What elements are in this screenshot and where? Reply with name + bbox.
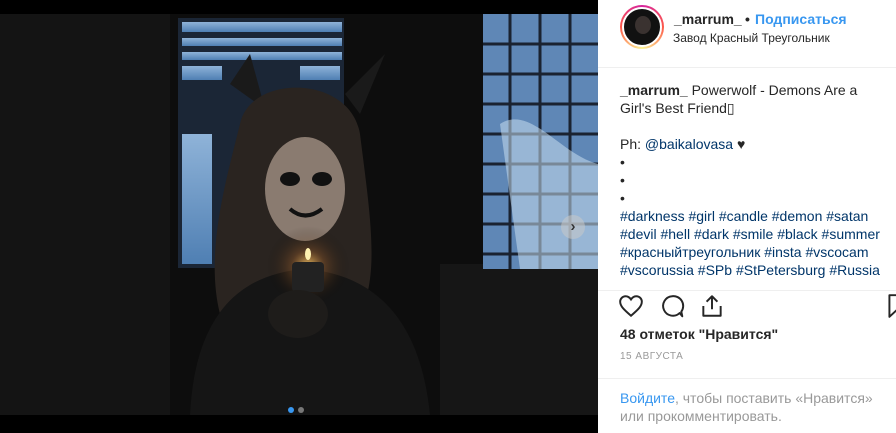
heart-icon[interactable] xyxy=(618,293,644,319)
action-bar xyxy=(598,290,896,322)
login-prompt: Войдите, чтобы поставить «Нравится» или … xyxy=(598,378,896,433)
share-icon[interactable] xyxy=(699,293,725,319)
caption-bullet: • xyxy=(620,154,625,170)
photo-image xyxy=(0,14,598,415)
chevron-right-icon[interactable]: › xyxy=(561,215,585,239)
header-separator: • xyxy=(745,11,750,27)
post-photo[interactable]: › xyxy=(0,14,598,415)
post-sidebar: _marrum_ • Подписаться Завод Красный Тре… xyxy=(598,0,896,433)
carousel-dot-active xyxy=(288,407,294,413)
follow-button[interactable]: Подписаться xyxy=(755,11,847,27)
post-date: 15 АВГУСТА xyxy=(620,351,684,362)
caption-username[interactable]: _marrum_ xyxy=(620,82,688,98)
header-username[interactable]: _marrum_ xyxy=(674,11,742,27)
login-link[interactable]: Войдите xyxy=(620,390,675,406)
likes-count[interactable]: 48 отметок "Нравится" xyxy=(620,326,778,342)
avatar[interactable] xyxy=(620,5,664,49)
heart-emoji: ♥ xyxy=(736,136,746,152)
credit-handle-link[interactable]: @baikalovasa xyxy=(645,136,733,152)
caption-bullet: • xyxy=(620,190,625,206)
location-link[interactable]: Завод Красный Треугольник xyxy=(673,31,830,45)
credit-prefix: Ph: xyxy=(620,136,642,152)
hashtags[interactable]: #darkness #girl #candle #demon #satan #d… xyxy=(620,207,888,279)
avatar-image xyxy=(622,7,662,47)
comment-icon[interactable] xyxy=(659,293,685,319)
carousel-dot xyxy=(298,407,304,413)
post-header: _marrum_ • Подписаться Завод Красный Тре… xyxy=(598,0,896,68)
bookmark-icon[interactable] xyxy=(884,293,896,319)
post-caption: _marrum_ Powerwolf - Demons Are a Girl's… xyxy=(620,81,888,279)
carousel-dots xyxy=(288,407,304,413)
caption-bullet: • xyxy=(620,172,625,188)
